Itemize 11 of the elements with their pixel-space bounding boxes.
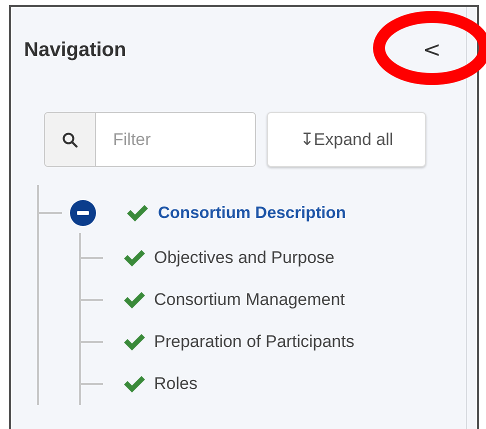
filter-field[interactable]: Filter — [44, 112, 256, 167]
collapse-button[interactable]: < — [418, 38, 445, 62]
search-icon — [62, 132, 78, 148]
tree-item[interactable]: Consortium Description — [158, 204, 346, 222]
collapse-icon[interactable] — [70, 200, 96, 226]
tree-item[interactable]: Consortium Management — [154, 290, 345, 310]
tree-item[interactable]: Roles — [154, 374, 198, 394]
panel-title: Navigation — [24, 38, 126, 62]
tree-item[interactable]: Objectives and Purpose — [154, 248, 334, 268]
expand-all-button[interactable]: ↧Expand all — [267, 112, 426, 167]
tree-item[interactable]: Preparation of Participants — [154, 332, 354, 352]
